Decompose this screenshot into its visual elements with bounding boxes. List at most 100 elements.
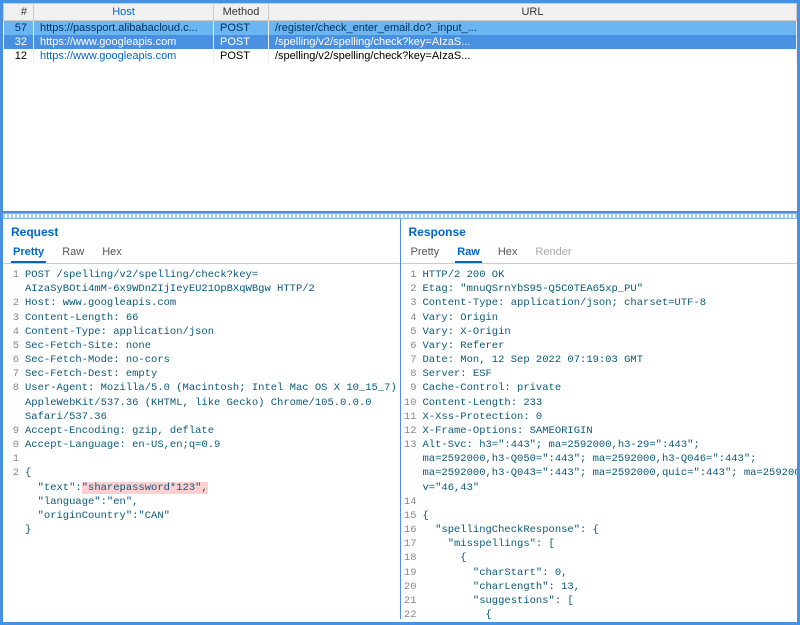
code-line: 17 "misspellings": [ xyxy=(401,537,798,551)
code-line: 3Content-Length: 66 xyxy=(3,311,400,325)
code-line: 8Server: ESF xyxy=(401,367,798,381)
line-content: Cache-Control: private xyxy=(423,381,798,395)
cell-url: /spelling/v2/spelling/check?key=AIzaS... xyxy=(269,35,797,49)
line-number: 8 xyxy=(401,367,423,381)
line-content: Host: www.googleapis.com xyxy=(25,296,400,310)
line-number: 3 xyxy=(3,311,25,325)
line-number xyxy=(3,282,25,296)
request-body[interactable]: 1 POST /spelling/v2/spelling/check?key=AI… xyxy=(3,264,400,619)
col-method[interactable]: Method xyxy=(214,4,269,21)
line-content: Vary: X-Origin xyxy=(423,325,798,339)
line-number: 14 xyxy=(401,495,423,509)
line-number xyxy=(401,466,423,480)
line-content: Sec-Fetch-Mode: no-cors xyxy=(25,353,400,367)
line-content: Date: Mon, 12 Sep 2022 07:19:03 GMT xyxy=(423,353,798,367)
code-line: Safari/537.36 xyxy=(3,410,400,424)
line-content: "charStart": 0, xyxy=(423,566,798,580)
response-panel: Response Pretty Raw Hex Render 1HTTP/2 2… xyxy=(401,219,798,619)
request-title: Request xyxy=(3,219,400,243)
line-content: Sec-Fetch-Site: none xyxy=(25,339,400,353)
line-content: Server: ESF xyxy=(423,367,798,381)
line-number xyxy=(3,495,25,509)
line-content: "language":"en", xyxy=(25,495,400,509)
line-number: 9 xyxy=(401,381,423,395)
line-content: "charLength": 13, xyxy=(423,580,798,594)
request-tabs: Pretty Raw Hex xyxy=(3,243,400,264)
cell-url: /register/check_enter_email.do?_input_..… xyxy=(269,21,797,36)
line-content: "spellingCheckResponse": { xyxy=(423,523,798,537)
code-line: 11X-Xss-Protection: 0 xyxy=(401,410,798,424)
line-content: Etag: "mnuQSrnYbS95-Q5C0TEA65xp_PU" xyxy=(423,282,798,296)
code-line: 13Alt-Svc: h3=":443"; ma=2592000,h3-29="… xyxy=(401,438,798,452)
table-row[interactable]: 32https://www.googleapis.comPOST/spellin… xyxy=(4,35,797,49)
code-line: 7Date: Mon, 12 Sep 2022 07:19:03 GMT xyxy=(401,353,798,367)
line-content: AppleWebKit/537.36 (KHTML, like Gecko) C… xyxy=(25,396,400,410)
line-number: 7 xyxy=(401,353,423,367)
code-line: 6Vary: Referer xyxy=(401,339,798,353)
line-content: { xyxy=(25,466,400,480)
cell-num: 57 xyxy=(4,21,34,36)
col-num[interactable]: # xyxy=(4,4,34,21)
table-row[interactable]: 12https://www.googleapis.comPOST/spellin… xyxy=(4,49,797,63)
line-number: 11 xyxy=(401,410,423,424)
code-line: ma=2592000,h3-Q050=":443"; ma=2592000,h3… xyxy=(401,452,798,466)
code-line: 4Content-Type: application/json xyxy=(3,325,400,339)
code-line: 19 "charStart": 0, xyxy=(401,566,798,580)
cell-method: POST xyxy=(214,21,269,36)
line-number: 6 xyxy=(3,353,25,367)
code-line: 6Sec-Fetch-Mode: no-cors xyxy=(3,353,400,367)
code-line: 9Cache-Control: private xyxy=(401,381,798,395)
code-line: 9Accept-Encoding: gzip, deflate xyxy=(3,424,400,438)
line-number: 2 xyxy=(3,466,25,480)
cell-host: https://www.googleapis.com xyxy=(34,35,214,49)
detail-panels: Request Pretty Raw Hex 1POST /spelling/v… xyxy=(3,219,797,619)
table-row[interactable]: 57https://passport.alibabacloud.c...POST… xyxy=(4,21,797,36)
line-number xyxy=(3,481,25,495)
col-host[interactable]: Host xyxy=(34,4,214,21)
line-number: 4 xyxy=(3,325,25,339)
line-content: ma=2592000,h3-Q043=":443"; ma=2592000,qu… xyxy=(423,466,798,480)
col-url[interactable]: URL xyxy=(269,4,797,21)
tab-hex[interactable]: Hex xyxy=(100,243,124,263)
highlight: "sharepassword*123", xyxy=(82,482,208,494)
line-content: v="46,43" xyxy=(423,481,798,495)
tab-raw[interactable]: Raw xyxy=(455,243,482,263)
tab-raw[interactable]: Raw xyxy=(60,243,86,263)
tab-pretty[interactable]: Pretty xyxy=(11,243,46,263)
code-line: AppleWebKit/537.36 (KHTML, like Gecko) C… xyxy=(3,396,400,410)
cell-host: https://passport.alibabacloud.c... xyxy=(34,21,214,36)
line-number: 3 xyxy=(401,296,423,310)
code-line: 2Etag: "mnuQSrnYbS95-Q5C0TEA65xp_PU" xyxy=(401,282,798,296)
line-number: 0 xyxy=(3,438,25,452)
line-content xyxy=(423,495,798,509)
tab-hex[interactable]: Hex xyxy=(496,243,520,263)
line-number xyxy=(401,481,423,495)
line-content: POST /spelling/v2/spelling/check?key= xyxy=(25,268,400,282)
line-content: Accept-Encoding: gzip, deflate xyxy=(25,424,400,438)
line-content: Alt-Svc: h3=":443"; ma=2592000,h3-29=":4… xyxy=(423,438,798,452)
proxy-history-table: # Host Method URL 57https://passport.ali… xyxy=(3,3,797,213)
code-line: 8User-Agent: Mozilla/5.0 (Macintosh; Int… xyxy=(3,381,400,395)
tab-render[interactable]: Render xyxy=(533,243,573,263)
tab-pretty[interactable]: Pretty xyxy=(409,243,442,263)
line-number: 5 xyxy=(401,325,423,339)
code-line: 1 xyxy=(3,452,400,466)
line-content: ma=2592000,h3-Q050=":443"; ma=2592000,h3… xyxy=(423,452,798,466)
line-content: Vary: Origin xyxy=(423,311,798,325)
cell-method: POST xyxy=(214,35,269,49)
line-number xyxy=(3,396,25,410)
response-tabs: Pretty Raw Hex Render xyxy=(401,243,798,264)
line-content: { xyxy=(423,608,798,619)
line-number: 1 xyxy=(401,268,423,282)
code-line: AIzaSyBOti4mM-6x9WDnZIjIeyEU21OpBXqWBgw … xyxy=(3,282,400,296)
code-line: 5Sec-Fetch-Site: none xyxy=(3,339,400,353)
table-header-row: # Host Method URL xyxy=(4,4,797,21)
cell-num: 32 xyxy=(4,35,34,49)
response-title: Response xyxy=(401,219,798,243)
cell-url: /spelling/v2/spelling/check?key=AIzaS... xyxy=(269,49,797,63)
line-number xyxy=(3,509,25,523)
response-body[interactable]: 1HTTP/2 200 OK2Etag: "mnuQSrnYbS95-Q5C0T… xyxy=(401,264,798,619)
line-number: 7 xyxy=(3,367,25,381)
cell-num: 12 xyxy=(4,49,34,63)
line-content: HTTP/2 200 OK xyxy=(423,268,798,282)
